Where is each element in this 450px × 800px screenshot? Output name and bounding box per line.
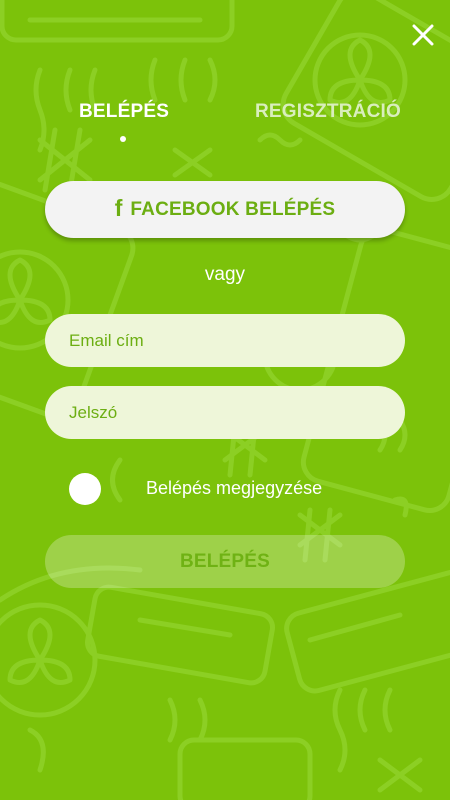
tab-register[interactable]: REGISZTRÁCIÓ (255, 101, 401, 131)
or-divider-text: vagy (204, 264, 246, 285)
close-icon (412, 24, 434, 46)
facebook-login-label: FACEBOOK BELÉPÉS (130, 198, 336, 220)
email-input[interactable] (69, 330, 381, 351)
remember-me-label[interactable]: Belépés megjegyzése (146, 478, 322, 499)
facebook-login-button[interactable]: f FACEBOOK BELÉPÉS (45, 181, 405, 238)
tab-login[interactable]: BELÉPÉS (79, 101, 169, 131)
facebook-icon: f (114, 195, 123, 221)
email-field[interactable] (45, 314, 405, 367)
password-field[interactable] (45, 386, 405, 439)
login-submit-button[interactable]: BELÉPÉS (45, 535, 405, 588)
active-tab-indicator (120, 136, 126, 142)
remember-me-toggle[interactable] (69, 473, 101, 505)
password-input[interactable] (69, 402, 381, 423)
close-button[interactable] (404, 16, 442, 54)
